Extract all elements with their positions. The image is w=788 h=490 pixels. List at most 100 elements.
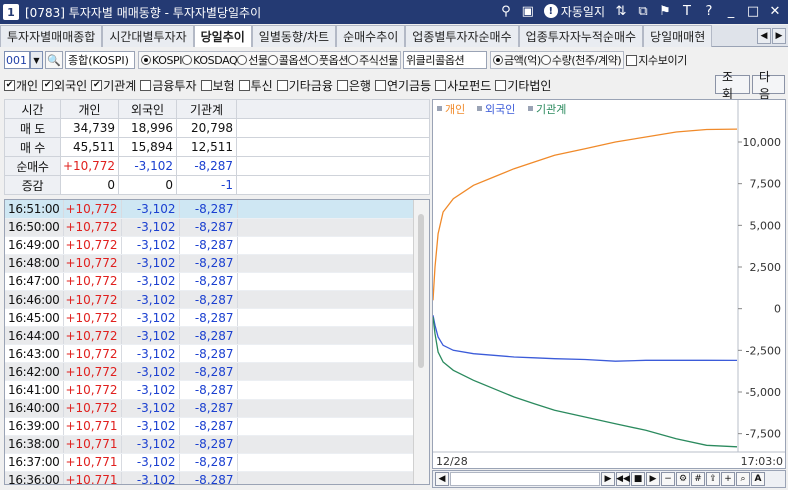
foreign-cell: -3,102	[121, 236, 180, 255]
radio-call[interactable]: 콜옵션	[267, 52, 308, 68]
trend-chart: 10,000 7,500 5,000 2,500 0 -2,500 -5,000 -7,500…	[432, 99, 786, 469]
font-icon[interactable]: T	[678, 2, 696, 20]
timeline-row[interactable]: 16:36:00 +10,771 -3,102 -8,287	[5, 471, 415, 484]
check-other-corp[interactable]: 기타법인	[495, 77, 551, 94]
radio-amount[interactable]: 금액(억)	[492, 52, 541, 68]
radio-kosdaq[interactable]: KOSDAQ	[182, 53, 238, 67]
tab-daily-chart[interactable]: 일별동향/차트	[251, 25, 337, 47]
tab-left-icon[interactable]: ◀	[757, 28, 771, 44]
individual-cell: +10,772	[63, 308, 122, 328]
crosshair-icon[interactable]: +	[721, 472, 735, 486]
check-financial-investment[interactable]: 금융투자	[140, 77, 197, 94]
tab-investor-summary[interactable]: 투자자별매매종합	[0, 25, 103, 47]
tab-daily-trend[interactable]: 당일추이	[193, 25, 252, 47]
series-line-1	[433, 315, 738, 362]
radio-kospi[interactable]: KOSPI	[141, 53, 183, 67]
tab-sector-cumulative[interactable]: 업종투자자누적순매수	[518, 25, 644, 47]
check-other-finance[interactable]: 기타금융	[276, 77, 333, 94]
tab-right-icon[interactable]: ▶	[772, 28, 786, 44]
help-icon[interactable]: ?	[700, 2, 718, 20]
rewind-icon[interactable]: ◀◀	[616, 472, 630, 486]
query-button[interactable]: 조회	[715, 70, 750, 101]
pin-icon[interactable]: ⚲	[497, 2, 515, 20]
journal-button[interactable]: ! 자동일지	[541, 3, 608, 20]
chevron-down-icon[interactable]: ▼	[30, 51, 43, 69]
chart-hscroll[interactable]	[450, 472, 600, 486]
timeline-scrollbar[interactable]	[413, 200, 429, 484]
timeline-row[interactable]: 16:39:00 +10,771 -3,102 -8,287	[5, 417, 415, 436]
market-code-input[interactable]: 001	[4, 51, 30, 69]
maximize-icon[interactable]: □	[744, 2, 762, 20]
split-icon[interactable]: ⧉	[634, 2, 652, 20]
timeline-row[interactable]: 16:48:00 +10,772 -3,102 -8,287	[5, 254, 415, 273]
check-foreign[interactable]: ✔ 외국인	[42, 77, 87, 94]
zoom-icon[interactable]: ⌕	[736, 472, 750, 486]
radio-put[interactable]: 풋옵션	[307, 52, 348, 68]
view-icon[interactable]: ▣	[519, 2, 537, 20]
zoom-out-icon[interactable]: −	[661, 472, 675, 486]
scroll-left-icon[interactable]: ◀	[435, 472, 449, 486]
grid-icon[interactable]: #	[691, 472, 705, 486]
weekly-option-select[interactable]: 위클리콜옵션	[402, 51, 487, 69]
close-icon[interactable]: ✕	[766, 2, 784, 20]
text-icon[interactable]: A	[751, 472, 765, 486]
timeline-row[interactable]: 16:40:00 +10,772 -3,102 -8,287	[5, 399, 415, 418]
legend-marker	[528, 106, 533, 111]
check-private-fund[interactable]: 사모펀드	[435, 77, 491, 94]
stop-icon[interactable]: ■	[631, 472, 645, 486]
institution-cell: -8,287	[179, 453, 238, 472]
tag-icon[interactable]: ⚑	[656, 2, 674, 20]
institution-cell: -8,287	[179, 272, 238, 291]
row-label: 순매수	[4, 156, 61, 176]
check-insurance[interactable]: 보험	[200, 77, 235, 94]
y-tick-label: 5,000	[750, 219, 782, 232]
export-icon[interactable]: ⇪	[706, 472, 720, 486]
tab-daily-trade[interactable]: 당일매매현	[643, 25, 713, 47]
timeline-row[interactable]: 16:45:00 +10,772 -3,102 -8,287	[5, 308, 415, 328]
check-bank[interactable]: 은행	[336, 77, 371, 94]
time-cell: 16:46:00	[5, 290, 64, 310]
scroll-right-icon[interactable]: ▶	[601, 472, 615, 486]
check-pension[interactable]: 연기금등	[374, 77, 431, 94]
timeline-row[interactable]: 16:49:00 +10,772 -3,102 -8,287	[5, 236, 415, 255]
timeline-row[interactable]: 16:43:00 +10,772 -3,102 -8,287	[5, 344, 415, 364]
timeline-row[interactable]: 16:50:00 +10,772 -3,102 -8,287	[5, 218, 415, 237]
checkbox-label: 은행	[348, 78, 371, 93]
tab-sector-net-buy[interactable]: 업종별투자자순매수	[405, 25, 519, 47]
check-institution[interactable]: ✔ 기관계	[91, 77, 136, 94]
timeline-row[interactable]: 16:47:00 +10,772 -3,102 -8,287	[5, 272, 415, 291]
tab-net-buy-trend[interactable]: 순매수추이	[336, 25, 406, 47]
timeline-row[interactable]: 16:51:00 +10,772 -3,102 -8,287	[5, 200, 415, 219]
time-cell: 16:49:00	[5, 236, 64, 255]
timeline-row[interactable]: 16:41:00 +10,772 -3,102 -8,287	[5, 380, 415, 400]
radio-stock-futures[interactable]: 주식선물	[348, 52, 398, 68]
minimize-icon[interactable]: _	[722, 2, 740, 20]
next-button[interactable]: 다음	[752, 70, 785, 101]
timeline-row[interactable]: 16:38:00 +10,771 -3,102 -8,287	[5, 435, 415, 454]
radio-label: KOSDAQ	[193, 53, 238, 67]
check-individual[interactable]: ✔ 개인	[4, 77, 38, 94]
play-icon[interactable]: ▶	[646, 472, 660, 486]
tab-time-investor[interactable]: 시간대별투자자	[102, 25, 194, 47]
individual-cell: +10,772	[63, 399, 122, 418]
individual-cell: +10,772	[63, 380, 122, 400]
search-icon[interactable]: 🔍	[45, 51, 63, 69]
summary-table: 시간 개인 외국인 기관계 매 도 34,739 18,996 20,798 매…	[4, 99, 430, 195]
empty-cell	[237, 417, 415, 436]
individual-cell: +10,772	[63, 200, 122, 219]
radio-quantity[interactable]: 수량(천주/계약)	[540, 52, 622, 68]
index-show-checkbox[interactable]: 지수보이기	[626, 52, 687, 68]
settings-icon[interactable]: ⚙	[676, 472, 690, 486]
check-investment-trust[interactable]: 투신	[238, 77, 273, 94]
scrollbar-thumb[interactable]	[418, 214, 424, 368]
radio-label: KOSPI	[152, 53, 183, 67]
timeline-row[interactable]: 16:42:00 +10,772 -3,102 -8,287	[5, 362, 415, 382]
summary-header-row: 시간 개인 외국인 기관계	[4, 99, 430, 119]
timeline-row[interactable]: 16:44:00 +10,772 -3,102 -8,287	[5, 326, 415, 346]
individual-cell: +10,772	[63, 344, 122, 364]
timeline-row[interactable]: 16:46:00 +10,772 -3,102 -8,287	[5, 290, 415, 310]
link-icon[interactable]: ⇅	[612, 2, 630, 20]
radio-futures[interactable]: 선물	[237, 52, 268, 68]
timeline-row[interactable]: 16:37:00 +10,771 -3,102 -8,287	[5, 453, 415, 472]
window-number[interactable]: 1	[3, 4, 19, 20]
